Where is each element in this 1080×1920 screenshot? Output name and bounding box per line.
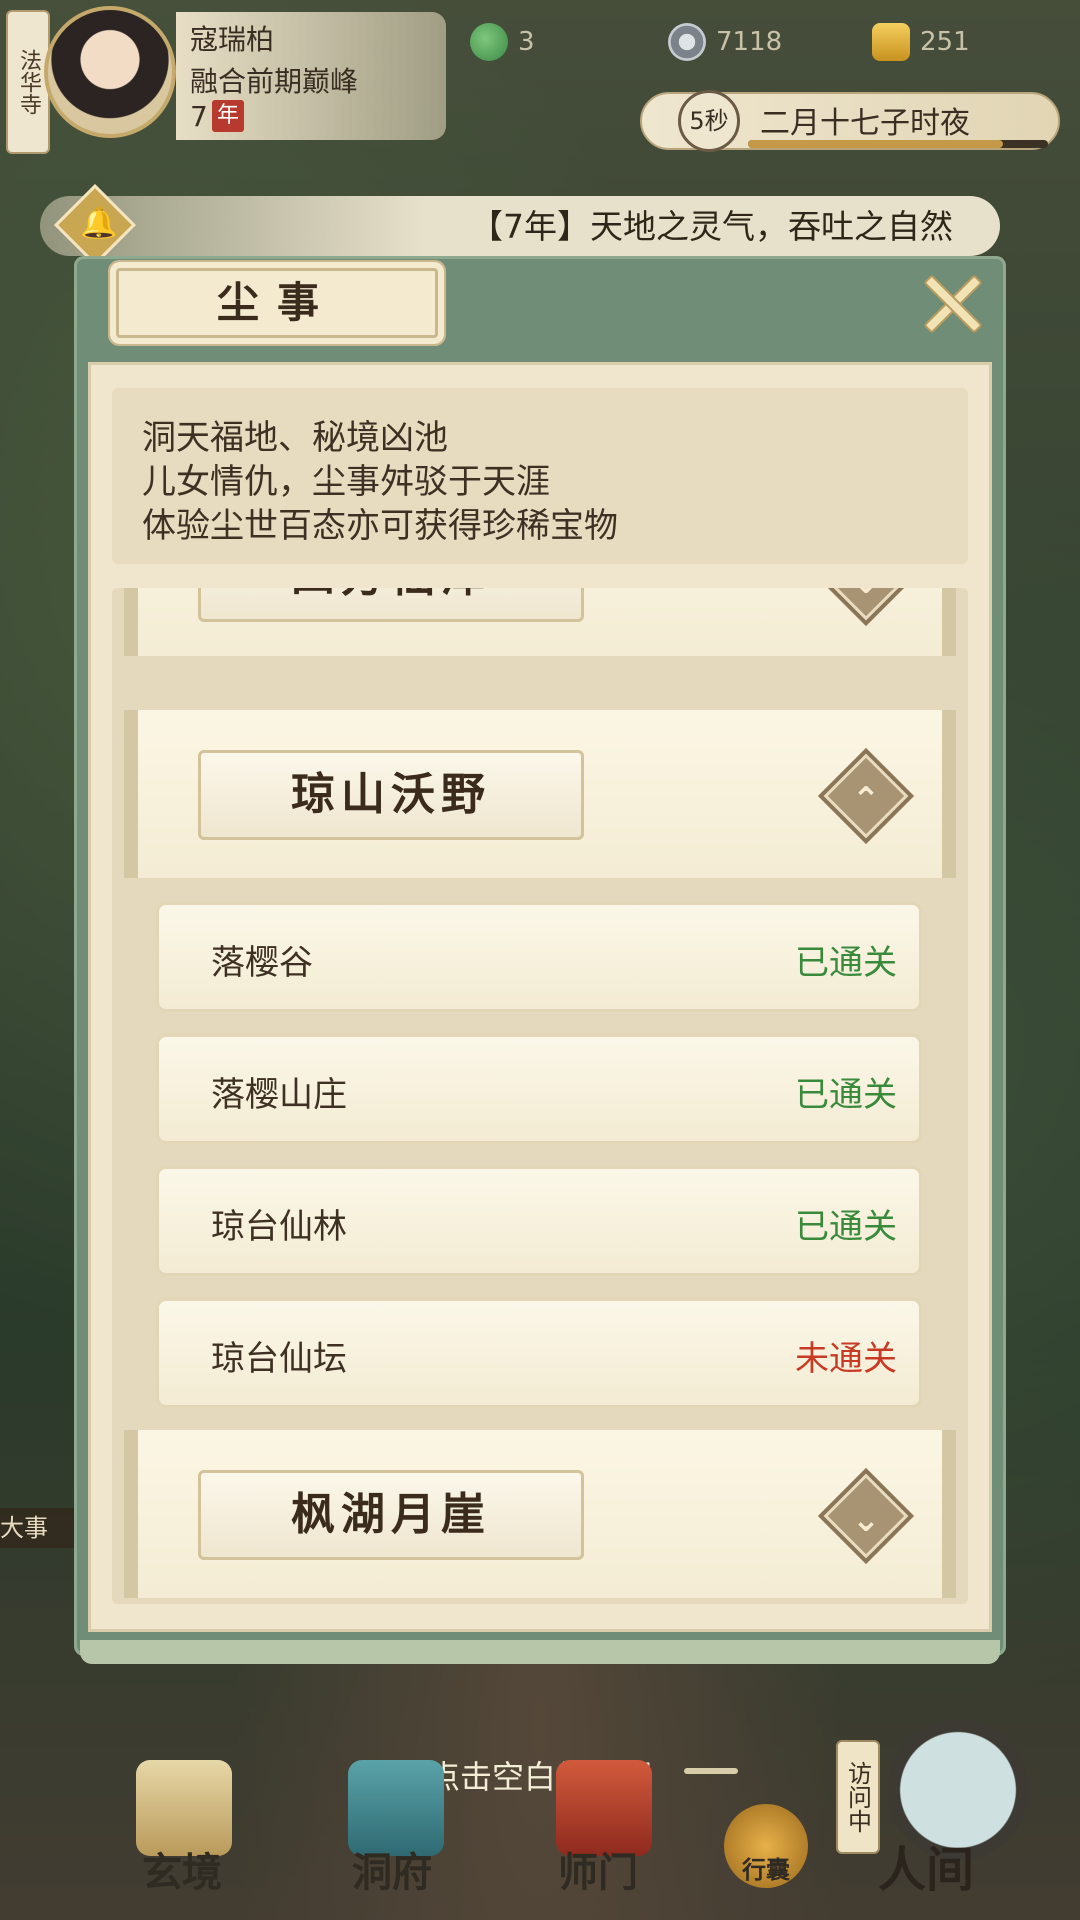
player-name: 寇瑞柏	[190, 23, 275, 56]
gold-ingot-icon	[872, 23, 910, 61]
resource-jade[interactable]: 3	[470, 22, 535, 62]
chevron-up-icon: ⌃	[851, 780, 881, 821]
expand-toggle[interactable]: ⌄	[823, 1473, 909, 1559]
resource-value: 251	[920, 27, 970, 57]
intro-line: 儿女情仇，尘事舛驳于天涯	[142, 462, 550, 502]
nav-renjian[interactable]: 人间	[878, 1830, 974, 1900]
nav-shimen[interactable]: 师门	[558, 1840, 638, 1898]
stage-row[interactable]: 琼台仙林 已通关	[156, 1166, 922, 1276]
stage-name: 琼台仙坛	[211, 1339, 347, 1379]
collapse-toggle[interactable]: ⌃	[823, 753, 909, 839]
clock-progress-bar	[748, 140, 1048, 148]
resource-gold[interactable]: 251	[872, 22, 970, 62]
bell-glyph: 🔔	[80, 206, 118, 241]
dialog-bottom-edge	[80, 1640, 1000, 1664]
stage-status: 已通关	[795, 943, 897, 983]
clock-progress-fill	[748, 140, 1003, 148]
stage-status: 已通关	[795, 1207, 897, 1247]
resource-value: 7118	[716, 27, 783, 57]
nav-xuanjing[interactable]: 玄境	[142, 1840, 222, 1898]
close-icon[interactable]	[920, 272, 980, 332]
top-bar: 法华寺 寇瑞柏 融合前期巅峰 7 年 3 7118 251 5秒 二月十七子时夜	[0, 0, 1080, 154]
stage-name: 落樱山庄	[211, 1075, 347, 1115]
chevron-down-icon: ⌄	[836, 588, 896, 612]
stage-name: 落樱谷	[211, 943, 313, 983]
resource-value: 3	[518, 27, 535, 57]
region-name: 枫湖月崖	[198, 1470, 584, 1560]
stage-row[interactable]: 落樱山庄 已通关	[156, 1034, 922, 1144]
intro-line: 洞天福地、秘境凶池	[142, 418, 448, 458]
region-header-qiongshanwoye[interactable]: 琼山沃野 ⌃	[124, 710, 956, 878]
stage-row[interactable]: 琼台仙坛 未通关	[156, 1298, 922, 1408]
player-realm: 融合前期巅峰	[190, 65, 359, 98]
intro-line: 体验尘世百态亦可获得珍稀宝物	[142, 506, 618, 546]
expand-toggle[interactable]: ⌄	[823, 588, 909, 621]
dialog-title: 尘事	[116, 268, 438, 338]
side-event-tag[interactable]: 大事	[0, 1508, 74, 1548]
region-name: 琼山沃野	[198, 750, 584, 840]
resource-coin[interactable]: 7118	[668, 22, 782, 62]
stage-status: 未通关	[795, 1339, 897, 1379]
chevron-down-icon: ⌄	[851, 1500, 881, 1541]
player-avatar[interactable]	[44, 6, 176, 138]
age-unit-badge: 年	[212, 100, 244, 132]
clock-seconds: 5秒	[678, 90, 740, 152]
stage-name: 琼台仙林	[211, 1207, 347, 1247]
visiting-tag: 访问中	[836, 1740, 880, 1854]
location-tag[interactable]: 法华寺	[6, 10, 50, 154]
clock-label: 二月十七子时夜	[760, 106, 970, 141]
nav-xingnang[interactable]: 行囊	[742, 1850, 790, 1885]
jade-swirl-icon	[470, 23, 508, 61]
stage-status: 已通关	[795, 1075, 897, 1115]
region-name: 四方仙泽	[198, 588, 584, 622]
region-header-sifangxianze[interactable]: 四方仙泽 ⌄	[124, 588, 956, 656]
stage-row[interactable]: 落樱谷 已通关	[156, 902, 922, 1012]
announcement-text: 【7年】天地之灵气，吞吐之自然	[470, 207, 953, 246]
player-age: 7	[190, 100, 208, 133]
nav-dongfu[interactable]: 洞府	[352, 1840, 432, 1898]
coin-icon	[668, 23, 706, 61]
region-header-fenghuyueya[interactable]: 枫湖月崖 ⌄	[124, 1430, 956, 1598]
